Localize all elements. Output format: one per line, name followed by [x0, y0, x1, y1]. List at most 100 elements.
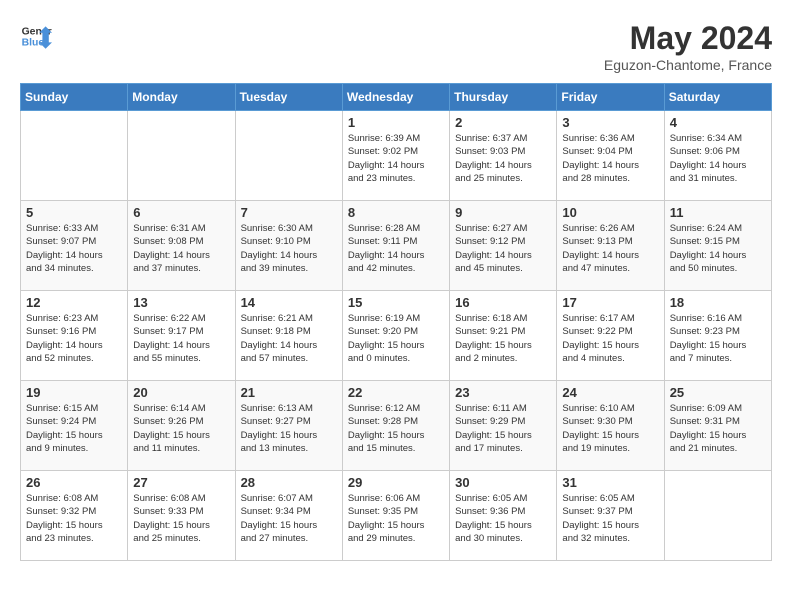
- calendar-cell: 7 Sunrise: 6:30 AM Sunset: 9:10 PM Daylig…: [235, 201, 342, 291]
- day-number: 31: [562, 475, 658, 490]
- day-info: Sunrise: 6:30 AM Sunset: 9:10 PM Dayligh…: [241, 222, 337, 275]
- day-info: Sunrise: 6:12 AM Sunset: 9:28 PM Dayligh…: [348, 402, 444, 455]
- day-number: 20: [133, 385, 229, 400]
- calendar-cell: 17 Sunrise: 6:17 AM Sunset: 9:22 PM Dayli…: [557, 291, 664, 381]
- day-info: Sunrise: 6:37 AM Sunset: 9:03 PM Dayligh…: [455, 132, 551, 185]
- day-number: 29: [348, 475, 444, 490]
- day-number: 27: [133, 475, 229, 490]
- day-info: Sunrise: 6:15 AM Sunset: 9:24 PM Dayligh…: [26, 402, 122, 455]
- calendar-cell: 22 Sunrise: 6:12 AM Sunset: 9:28 PM Dayli…: [342, 381, 449, 471]
- calendar-cell: 28 Sunrise: 6:07 AM Sunset: 9:34 PM Dayli…: [235, 471, 342, 561]
- day-info: Sunrise: 6:07 AM Sunset: 9:34 PM Dayligh…: [241, 492, 337, 545]
- weekday-header-row: SundayMondayTuesdayWednesdayThursdayFrid…: [21, 84, 772, 111]
- day-number: 30: [455, 475, 551, 490]
- calendar-cell: 18Sunrise: 6:16 AM Sunset: 9:23 PM Dayli…: [664, 291, 771, 381]
- day-number: 1: [348, 115, 444, 130]
- title-block: May 2024 Eguzon-Chantome, France: [604, 20, 772, 73]
- day-number: 4: [670, 115, 766, 130]
- day-info: Sunrise: 6:09 AM Sunset: 9:31 PM Dayligh…: [670, 402, 766, 455]
- day-info: Sunrise: 6:05 AM Sunset: 9:37 PM Dayligh…: [562, 492, 658, 545]
- day-number: 17: [562, 295, 658, 310]
- day-number: 28: [241, 475, 337, 490]
- day-info: Sunrise: 6:27 AM Sunset: 9:12 PM Dayligh…: [455, 222, 551, 275]
- calendar-cell: 13 Sunrise: 6:22 AM Sunset: 9:17 PM Dayli…: [128, 291, 235, 381]
- month-title: May 2024: [604, 20, 772, 57]
- calendar-cell: 19 Sunrise: 6:15 AM Sunset: 9:24 PM Dayli…: [21, 381, 128, 471]
- day-number: 7: [241, 205, 337, 220]
- calendar-cell: [128, 111, 235, 201]
- day-info: Sunrise: 6:34 AM Sunset: 9:06 PM Dayligh…: [670, 132, 766, 185]
- calendar-week-row: 12Sunrise: 6:23 AM Sunset: 9:16 PM Dayli…: [21, 291, 772, 381]
- day-number: 8: [348, 205, 444, 220]
- calendar-cell: 30Sunrise: 6:05 AM Sunset: 9:36 PM Dayli…: [450, 471, 557, 561]
- day-info: Sunrise: 6:08 AM Sunset: 9:33 PM Dayligh…: [133, 492, 229, 545]
- calendar-cell: 25 Sunrise: 6:09 AM Sunset: 9:31 PM Dayli…: [664, 381, 771, 471]
- day-info: Sunrise: 6:06 AM Sunset: 9:35 PM Dayligh…: [348, 492, 444, 545]
- day-number: 18: [670, 295, 766, 310]
- calendar-cell: 12Sunrise: 6:23 AM Sunset: 9:16 PM Dayli…: [21, 291, 128, 381]
- logo-icon: General Blue: [20, 20, 52, 52]
- calendar-week-row: 5Sunrise: 6:33 AM Sunset: 9:07 PM Daylig…: [21, 201, 772, 291]
- calendar-week-row: 1 Sunrise: 6:39 AM Sunset: 9:02 PM Daylig…: [21, 111, 772, 201]
- calendar-cell: 23 Sunrise: 6:11 AM Sunset: 9:29 PM Dayli…: [450, 381, 557, 471]
- calendar-cell: 10 Sunrise: 6:26 AM Sunset: 9:13 PM Dayli…: [557, 201, 664, 291]
- day-number: 14: [241, 295, 337, 310]
- day-info: Sunrise: 6:36 AM Sunset: 9:04 PM Dayligh…: [562, 132, 658, 185]
- weekday-header-monday: Monday: [128, 84, 235, 111]
- day-number: 26: [26, 475, 122, 490]
- day-info: Sunrise: 6:13 AM Sunset: 9:27 PM Dayligh…: [241, 402, 337, 455]
- day-info: Sunrise: 6:33 AM Sunset: 9:07 PM Dayligh…: [26, 222, 122, 275]
- calendar-cell: 20 Sunrise: 6:14 AM Sunset: 9:26 PM Dayli…: [128, 381, 235, 471]
- calendar-cell: 1 Sunrise: 6:39 AM Sunset: 9:02 PM Daylig…: [342, 111, 449, 201]
- day-info: Sunrise: 6:24 AM Sunset: 9:15 PM Dayligh…: [670, 222, 766, 275]
- day-info: Sunrise: 6:14 AM Sunset: 9:26 PM Dayligh…: [133, 402, 229, 455]
- calendar-cell: 4 Sunrise: 6:34 AM Sunset: 9:06 PM Daylig…: [664, 111, 771, 201]
- calendar-cell: [664, 471, 771, 561]
- day-number: 10: [562, 205, 658, 220]
- location-subtitle: Eguzon-Chantome, France: [604, 57, 772, 73]
- weekday-header-tuesday: Tuesday: [235, 84, 342, 111]
- day-number: 23: [455, 385, 551, 400]
- calendar-week-row: 19 Sunrise: 6:15 AM Sunset: 9:24 PM Dayli…: [21, 381, 772, 471]
- calendar-cell: 31 Sunrise: 6:05 AM Sunset: 9:37 PM Dayli…: [557, 471, 664, 561]
- day-info: Sunrise: 6:39 AM Sunset: 9:02 PM Dayligh…: [348, 132, 444, 185]
- day-info: Sunrise: 6:17 AM Sunset: 9:22 PM Dayligh…: [562, 312, 658, 365]
- weekday-header-wednesday: Wednesday: [342, 84, 449, 111]
- day-info: Sunrise: 6:28 AM Sunset: 9:11 PM Dayligh…: [348, 222, 444, 275]
- day-info: Sunrise: 6:26 AM Sunset: 9:13 PM Dayligh…: [562, 222, 658, 275]
- calendar-cell: 8 Sunrise: 6:28 AM Sunset: 9:11 PM Daylig…: [342, 201, 449, 291]
- day-number: 19: [26, 385, 122, 400]
- calendar-week-row: 26Sunrise: 6:08 AM Sunset: 9:32 PM Dayli…: [21, 471, 772, 561]
- day-info: Sunrise: 6:10 AM Sunset: 9:30 PM Dayligh…: [562, 402, 658, 455]
- calendar-cell: 9 Sunrise: 6:27 AM Sunset: 9:12 PM Daylig…: [450, 201, 557, 291]
- day-number: 16: [455, 295, 551, 310]
- weekday-header-saturday: Saturday: [664, 84, 771, 111]
- day-number: 11: [670, 205, 766, 220]
- day-number: 15: [348, 295, 444, 310]
- calendar-cell: 29 Sunrise: 6:06 AM Sunset: 9:35 PM Dayli…: [342, 471, 449, 561]
- day-number: 22: [348, 385, 444, 400]
- calendar-cell: 3Sunrise: 6:36 AM Sunset: 9:04 PM Daylig…: [557, 111, 664, 201]
- day-number: 21: [241, 385, 337, 400]
- calendar-cell: 15Sunrise: 6:19 AM Sunset: 9:20 PM Dayli…: [342, 291, 449, 381]
- day-number: 25: [670, 385, 766, 400]
- day-info: Sunrise: 6:11 AM Sunset: 9:29 PM Dayligh…: [455, 402, 551, 455]
- day-number: 13: [133, 295, 229, 310]
- day-number: 9: [455, 205, 551, 220]
- calendar-cell: 11 Sunrise: 6:24 AM Sunset: 9:15 PM Dayli…: [664, 201, 771, 291]
- calendar-cell: [21, 111, 128, 201]
- day-info: Sunrise: 6:21 AM Sunset: 9:18 PM Dayligh…: [241, 312, 337, 365]
- day-info: Sunrise: 6:23 AM Sunset: 9:16 PM Dayligh…: [26, 312, 122, 365]
- calendar-cell: 5Sunrise: 6:33 AM Sunset: 9:07 PM Daylig…: [21, 201, 128, 291]
- calendar-cell: [235, 111, 342, 201]
- calendar-cell: 27 Sunrise: 6:08 AM Sunset: 9:33 PM Dayli…: [128, 471, 235, 561]
- calendar-cell: 6Sunrise: 6:31 AM Sunset: 9:08 PM Daylig…: [128, 201, 235, 291]
- day-info: Sunrise: 6:22 AM Sunset: 9:17 PM Dayligh…: [133, 312, 229, 365]
- day-number: 2: [455, 115, 551, 130]
- calendar-cell: 21 Sunrise: 6:13 AM Sunset: 9:27 PM Dayli…: [235, 381, 342, 471]
- weekday-header-sunday: Sunday: [21, 84, 128, 111]
- calendar-table: SundayMondayTuesdayWednesdayThursdayFrid…: [20, 83, 772, 561]
- calendar-cell: 26Sunrise: 6:08 AM Sunset: 9:32 PM Dayli…: [21, 471, 128, 561]
- page-header: General Blue May 2024 Eguzon-Chantome, F…: [20, 20, 772, 73]
- calendar-cell: 24Sunrise: 6:10 AM Sunset: 9:30 PM Dayli…: [557, 381, 664, 471]
